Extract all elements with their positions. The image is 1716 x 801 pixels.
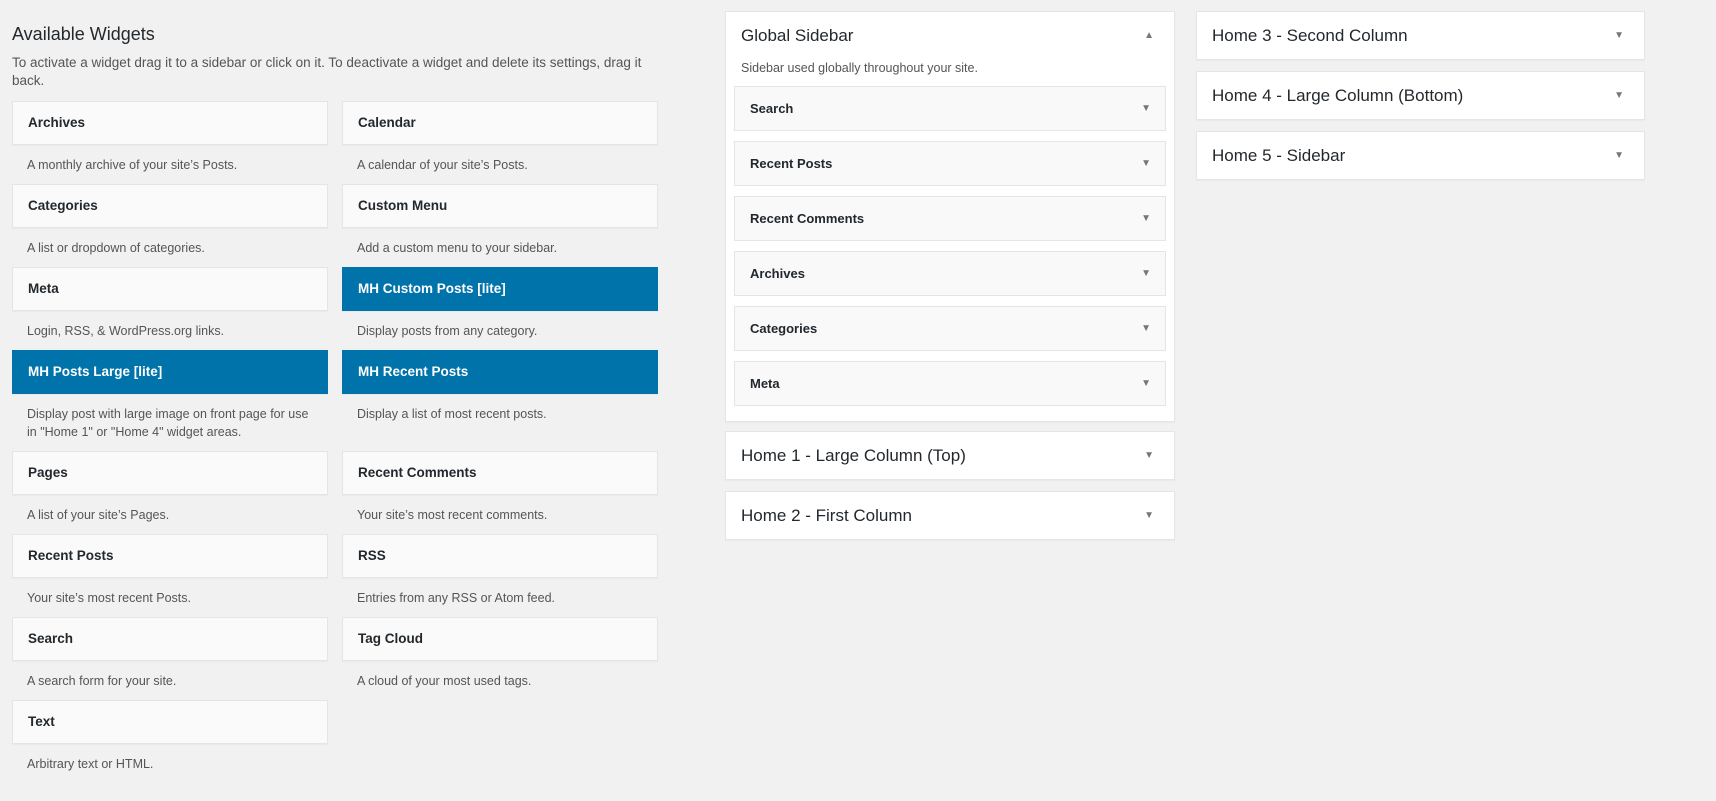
widget-description: Your site’s most recent comments. bbox=[357, 508, 548, 522]
sidebar-widget-title: Meta bbox=[750, 376, 780, 391]
available-widget[interactable]: Archives A monthly archive of your site’s… bbox=[12, 101, 328, 184]
widget-description: A calendar of your site’s Posts. bbox=[357, 158, 528, 172]
widget-title[interactable]: Search bbox=[12, 617, 328, 661]
available-widget[interactable]: Custom Menu Add a custom menu to your sid… bbox=[342, 184, 658, 267]
collapse-arrow-icon[interactable]: ▲ bbox=[1144, 12, 1154, 60]
sidebar-home5[interactable]: Home 5 - Sidebar ▼ bbox=[1196, 131, 1645, 180]
sidebar-widget-title: Search bbox=[750, 101, 794, 116]
widget-title[interactable]: MH Custom Posts [lite] bbox=[342, 267, 658, 311]
sidebar-global: Global Sidebar ▲ Sidebar used globally t… bbox=[725, 11, 1175, 422]
widget-description: Arbitrary text or HTML. bbox=[27, 757, 154, 771]
expand-arrow-icon[interactable]: ▼ bbox=[1141, 307, 1151, 350]
available-widget[interactable]: Recent Posts Your site’s most recent Post… bbox=[12, 534, 328, 617]
sidebar-home1[interactable]: Home 1 - Large Column (Top) ▼ bbox=[725, 431, 1175, 480]
expand-arrow-icon[interactable]: ▼ bbox=[1144, 492, 1154, 540]
widget-title[interactable]: Recent Comments bbox=[342, 451, 658, 495]
available-widget[interactable]: Meta Login, RSS, & WordPress.org links. bbox=[12, 267, 328, 350]
available-widgets-title: Available Widgets bbox=[12, 24, 155, 44]
available-widget[interactable]: Recent Comments Your site’s most recent c… bbox=[342, 451, 658, 534]
sidebar-title: Global Sidebar bbox=[741, 26, 854, 45]
widget-title[interactable]: Custom Menu bbox=[342, 184, 658, 228]
widget-title[interactable]: MH Recent Posts bbox=[342, 350, 658, 394]
expand-arrow-icon[interactable]: ▼ bbox=[1141, 252, 1151, 295]
sidebar-home2[interactable]: Home 2 - First Column ▼ bbox=[725, 491, 1175, 540]
available-widget[interactable]: Search A search form for your site. bbox=[12, 617, 328, 700]
widget-title[interactable]: Categories bbox=[12, 184, 328, 228]
expand-arrow-icon[interactable]: ▼ bbox=[1141, 87, 1151, 130]
widget-description: Display a list of most recent posts. bbox=[357, 407, 547, 421]
available-widget[interactable]: Calendar A calendar of your site’s Posts. bbox=[342, 101, 658, 184]
sidebar-description: Sidebar used globally throughout your si… bbox=[741, 61, 978, 75]
widget-description: A cloud of your most used tags. bbox=[357, 674, 532, 688]
expand-arrow-icon[interactable]: ▼ bbox=[1141, 362, 1151, 405]
sidebar-widget-title: Recent Posts bbox=[750, 156, 833, 171]
available-widgets-section: Available Widgets To activate a widget d… bbox=[12, 0, 672, 783]
sidebar-widget-title: Archives bbox=[750, 266, 805, 281]
sidebar-widget[interactable]: Search ▼ bbox=[734, 86, 1166, 131]
widget-title[interactable]: Meta bbox=[12, 267, 328, 311]
available-widget[interactable]: Tag Cloud A cloud of your most used tags. bbox=[342, 617, 658, 700]
widget-description: Login, RSS, & WordPress.org links. bbox=[27, 324, 225, 338]
available-widget[interactable]: MH Posts Large [lite] Display post with l… bbox=[12, 350, 328, 451]
available-widget[interactable]: MH Recent Posts Display a list of most re… bbox=[342, 350, 658, 451]
sidebar-widget[interactable]: Recent Posts ▼ bbox=[734, 141, 1166, 186]
sidebar-title: Home 1 - Large Column (Top) bbox=[741, 446, 966, 465]
sidebar-title: Home 3 - Second Column bbox=[1212, 26, 1408, 45]
widget-description: Add a custom menu to your sidebar. bbox=[357, 241, 558, 255]
sidebar-widget[interactable]: Meta ▼ bbox=[734, 361, 1166, 406]
widget-description: A list of your site’s Pages. bbox=[27, 508, 170, 522]
widget-title[interactable]: Pages bbox=[12, 451, 328, 495]
sidebar-widget[interactable]: Categories ▼ bbox=[734, 306, 1166, 351]
sidebar-global-header[interactable]: Global Sidebar ▲ bbox=[726, 12, 1174, 60]
widget-description: A search form for your site. bbox=[27, 674, 177, 688]
sidebar-title: Home 4 - Large Column (Bottom) bbox=[1212, 86, 1464, 105]
sidebar-widget-title: Recent Comments bbox=[750, 211, 865, 226]
expand-arrow-icon[interactable]: ▼ bbox=[1614, 72, 1624, 120]
available-widget[interactable]: Categories A list or dropdown of categori… bbox=[12, 184, 328, 267]
sidebar-home4[interactable]: Home 4 - Large Column (Bottom) ▼ bbox=[1196, 71, 1645, 120]
expand-arrow-icon[interactable]: ▼ bbox=[1614, 12, 1624, 60]
widget-title[interactable]: Archives bbox=[12, 101, 328, 145]
sidebar-widget[interactable]: Archives ▼ bbox=[734, 251, 1166, 296]
available-widget[interactable]: MH Custom Posts [lite] Display posts from… bbox=[342, 267, 658, 350]
widget-title[interactable]: Text bbox=[12, 700, 328, 744]
widget-description: Your site’s most recent Posts. bbox=[27, 591, 191, 605]
widget-description: A list or dropdown of categories. bbox=[27, 241, 205, 255]
widget-description: Display posts from any category. bbox=[357, 324, 538, 338]
sidebar-widget[interactable]: Recent Comments ▼ bbox=[734, 196, 1166, 241]
sidebar-title: Home 5 - Sidebar bbox=[1212, 146, 1346, 165]
widget-list: Archives A monthly archive of your site’s… bbox=[12, 101, 672, 783]
expand-arrow-icon[interactable]: ▼ bbox=[1141, 197, 1151, 240]
available-widget[interactable]: RSS Entries from any RSS or Atom feed. bbox=[342, 534, 658, 617]
available-widgets-intro: To activate a widget drag it to a sideba… bbox=[12, 55, 642, 88]
widget-title[interactable]: Recent Posts bbox=[12, 534, 328, 578]
widget-title[interactable]: Calendar bbox=[342, 101, 658, 145]
widget-title[interactable]: RSS bbox=[342, 534, 658, 578]
sidebar-widget-title: Categories bbox=[750, 321, 818, 336]
widget-description: Entries from any RSS or Atom feed. bbox=[357, 591, 555, 605]
widget-title[interactable]: MH Posts Large [lite] bbox=[12, 350, 328, 394]
sidebar-home3[interactable]: Home 3 - Second Column ▼ bbox=[1196, 11, 1645, 60]
widget-description: A monthly archive of your site’s Posts. bbox=[27, 158, 238, 172]
available-widget[interactable]: Pages A list of your site’s Pages. bbox=[12, 451, 328, 534]
widget-description: Display post with large image on front p… bbox=[27, 407, 309, 439]
sidebar-widget-list: Search ▼ Recent Posts ▼ Recent Comments ▼ Arch… bbox=[726, 77, 1174, 426]
expand-arrow-icon[interactable]: ▼ bbox=[1614, 132, 1624, 180]
widget-title[interactable]: Tag Cloud bbox=[342, 617, 658, 661]
sidebar-title: Home 2 - First Column bbox=[741, 506, 912, 525]
expand-arrow-icon[interactable]: ▼ bbox=[1144, 432, 1154, 480]
expand-arrow-icon[interactable]: ▼ bbox=[1141, 142, 1151, 185]
available-widget[interactable]: Text Arbitrary text or HTML. bbox=[12, 700, 328, 783]
